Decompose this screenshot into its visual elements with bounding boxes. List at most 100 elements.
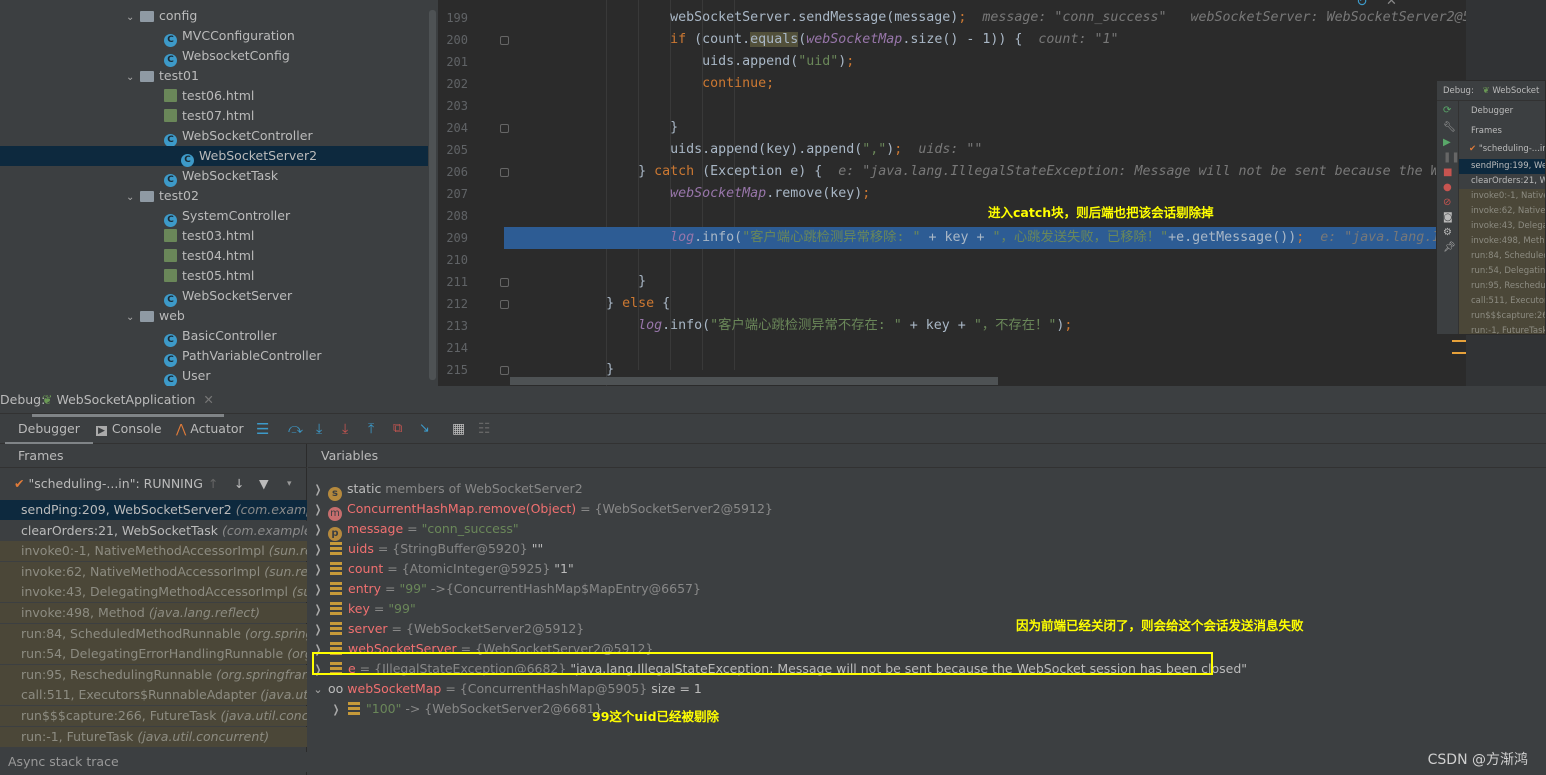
thread-selector[interactable]: ✔ "scheduling-...in": RUNNING ↑ ↓ ▼ ▾ — [0, 472, 307, 496]
mini-frame[interactable]: run$$$capture:266, FutureTask — [1459, 309, 1545, 324]
view-breakpoints-icon[interactable]: ● — [1437, 180, 1458, 195]
show-execution-point-icon[interactable]: ⤼ — [288, 414, 303, 444]
chevron-down-icon[interactable]: ⌄ — [126, 188, 140, 208]
tree-item[interactable]: ⌄ web — [126, 306, 185, 326]
variable-row[interactable]: ⌄ oo webSocketMap = {ConcurrentHashMap@59… — [308, 679, 701, 700]
mini-frame[interactable]: run:54, DelegatingErrorHandlingRunnable — [1459, 264, 1545, 279]
frame-item[interactable]: invoke:62, NativeMethodAccessorImpl (sun… — [0, 561, 307, 582]
variable-row[interactable]: ❯ key = "99" — [308, 599, 416, 619]
fold-icon[interactable] — [500, 36, 509, 45]
tree-scrollbar[interactable] — [429, 10, 436, 380]
frame-item[interactable]: run:95, ReschedulingRunnable (org.spring… — [0, 664, 307, 685]
settings-icon[interactable]: ⚙ — [1437, 225, 1458, 240]
mute-breakpoints-icon[interactable]: ⊘ — [1437, 195, 1458, 210]
pin-icon[interactable]: 📌︎ — [1437, 240, 1458, 255]
fold-icon[interactable] — [500, 168, 509, 177]
trace-icon[interactable]: ☷ — [478, 414, 491, 444]
up-arrow-icon[interactable]: ↑ — [208, 472, 218, 496]
tab-actuator[interactable]: ⋀ Actuator — [176, 414, 244, 444]
tree-item[interactable]: C WebSocketController — [146, 126, 313, 147]
frame-item[interactable]: sendPing:209, WebSocketServer2 (com.exam… — [0, 500, 307, 520]
variable-row[interactable]: ❯ "100" -> {WebSocketServer2@6681} — [326, 699, 603, 719]
tree-item[interactable]: C PathVariableController — [146, 346, 322, 367]
editor-horizontal-scrollbar[interactable] — [510, 377, 998, 385]
tree-item[interactable]: ⌄ test01 — [126, 66, 199, 86]
variable-row[interactable]: ❯ m ConcurrentHashMap.remove(Object) = {We… — [308, 499, 773, 521]
mini-thread[interactable]: "scheduling-...in" — [1479, 144, 1545, 154]
filter-icon[interactable]: ▼ — [259, 472, 269, 496]
close-icon[interactable]: ✕ — [1386, 0, 1397, 9]
chevron-right-icon[interactable]: ❯ — [311, 580, 325, 600]
tree-item[interactable]: C BasicController — [146, 326, 277, 347]
mini-frame[interactable]: invoke:62, NativeMethodAccessorImpl — [1459, 204, 1545, 219]
variable-row[interactable]: ❯ entry = "99" ->{ConcurrentHashMap$MapEn… — [308, 579, 701, 599]
mini-frame[interactable]: run:-1, FutureTask — [1459, 324, 1545, 334]
mini-frame[interactable]: clearOrders:21, WebSocketTask — [1459, 174, 1545, 189]
variable-row[interactable]: ❯ uids = {StringBuffer@5920} "" — [308, 539, 543, 559]
pause-icon[interactable]: ❚❚ — [1437, 150, 1460, 165]
mini-frame[interactable]: sendPing:199, WebSocketServer2 — [1459, 159, 1545, 174]
mini-frame[interactable]: invoke:43, DelegatingMethodAccessorImpl — [1459, 219, 1545, 234]
frame-item[interactable]: run$$$capture:266, FutureTask (java.util… — [0, 706, 307, 726]
mini-tab-debugger[interactable]: Debugger — [1471, 103, 1513, 119]
chevron-down-icon[interactable]: ⌄ — [308, 680, 328, 700]
chevron-right-icon[interactable]: ❯ — [311, 620, 325, 640]
refresh-icon[interactable]: ↻ — [1356, 0, 1368, 10]
evaluate-expression-icon[interactable]: ▦ — [452, 414, 465, 444]
mini-debug-tab[interactable]: WebSocket — [1492, 86, 1539, 96]
step-out-icon[interactable]: ⤒ — [368, 414, 374, 444]
tab-console[interactable]: ▶ Console — [96, 414, 162, 444]
tree-item[interactable]: ⌄ test02 — [126, 186, 199, 206]
fold-icon[interactable] — [500, 300, 509, 309]
tab-debugger[interactable]: Debugger — [5, 414, 93, 444]
frame-item[interactable]: run:84, ScheduledMethodRunnable (org.spr… — [0, 623, 307, 644]
dropdown-icon[interactable]: ▾ — [287, 472, 292, 496]
tree-item[interactable]: C WebsocketConfig — [146, 46, 290, 67]
frame-item[interactable]: invoke:498, Method (java.lang.reflect) — [0, 603, 307, 623]
frame-item[interactable]: call:511, Executors$RunnableAdapter (jav… — [0, 685, 307, 706]
camera-icon[interactable]: ◙ — [1437, 210, 1458, 225]
tree-item[interactable]: test04.html — [146, 246, 254, 266]
tree-item[interactable]: C WebSocketServer2 — [0, 146, 428, 167]
force-step-into-icon[interactable]: ⤓ — [342, 414, 348, 444]
frame-item[interactable]: run:54, DelegatingErrorHandlingRunnable … — [0, 644, 307, 665]
frame-item[interactable]: invoke0:-1, NativeMethodAccessorImpl (su… — [0, 541, 307, 562]
mini-frame[interactable]: call:511, Executors — [1459, 294, 1545, 309]
close-tab-icon[interactable]: ✕ — [203, 392, 213, 407]
tree-item[interactable]: C WebSocketServer — [146, 286, 292, 307]
variable-row[interactable]: ❯ server = {WebSocketServer2@5912} — [308, 619, 584, 639]
run-config-tab[interactable]: ❦ WebSocketApplication ✕ — [32, 386, 224, 417]
chevron-right-icon[interactable]: ❯ — [311, 500, 325, 520]
menu-icon[interactable]: ☰ — [256, 414, 269, 444]
wrench-icon[interactable]: 🔧︎ — [1437, 120, 1458, 135]
fold-icon[interactable] — [500, 278, 509, 287]
frame-item[interactable]: run:-1, FutureTask (java.util.concurrent… — [0, 726, 307, 747]
chevron-right-icon[interactable]: ❯ — [311, 560, 325, 580]
chevron-down-icon[interactable]: ⌄ — [126, 308, 140, 328]
tree-item[interactable]: ⌄ config — [126, 6, 197, 26]
drop-frame-icon[interactable]: ⧉ — [393, 414, 402, 444]
fold-icon[interactable] — [500, 366, 509, 375]
tree-item[interactable]: C MVCConfiguration — [146, 26, 295, 47]
chevron-down-icon[interactable]: ⌄ — [126, 8, 140, 28]
mini-frame[interactable]: invoke0:-1, NativeMethodAccessorImpl — [1459, 189, 1545, 204]
tree-item[interactable]: C SystemController — [146, 206, 290, 227]
step-over-icon[interactable]: ⤓ — [316, 414, 322, 444]
mini-frame[interactable]: run:84, ScheduledMethodRunnable — [1459, 249, 1545, 264]
frame-item[interactable]: clearOrders:21, WebSocketTask (com.examp… — [0, 520, 307, 541]
tree-item[interactable]: C User — [146, 366, 211, 387]
fold-icon[interactable] — [500, 124, 509, 133]
variable-row[interactable]: ❯ s static members of WebSocketServer2 — [308, 479, 583, 501]
rerun-icon[interactable]: ⟳ — [1437, 101, 1458, 120]
run-to-cursor-icon[interactable]: ↘ — [419, 414, 430, 444]
frame-item[interactable]: invoke:43, DelegatingMethodAccessorImpl … — [0, 582, 307, 603]
chevron-right-icon[interactable]: ❯ — [311, 600, 325, 620]
chevron-right-icon[interactable]: ❯ — [311, 480, 325, 500]
mini-frame[interactable]: invoke:498, Method — [1459, 234, 1545, 249]
tree-item[interactable]: test06.html — [146, 86, 254, 106]
chevron-down-icon[interactable]: ⌄ — [126, 68, 140, 88]
tree-item[interactable]: test07.html — [146, 106, 254, 126]
code-editor[interactable]: 199 webSocketServer.sendMessage(message)… — [438, 0, 1466, 386]
resume-icon[interactable]: ▶ — [1437, 135, 1458, 150]
tree-item[interactable]: test03.html — [146, 226, 254, 246]
